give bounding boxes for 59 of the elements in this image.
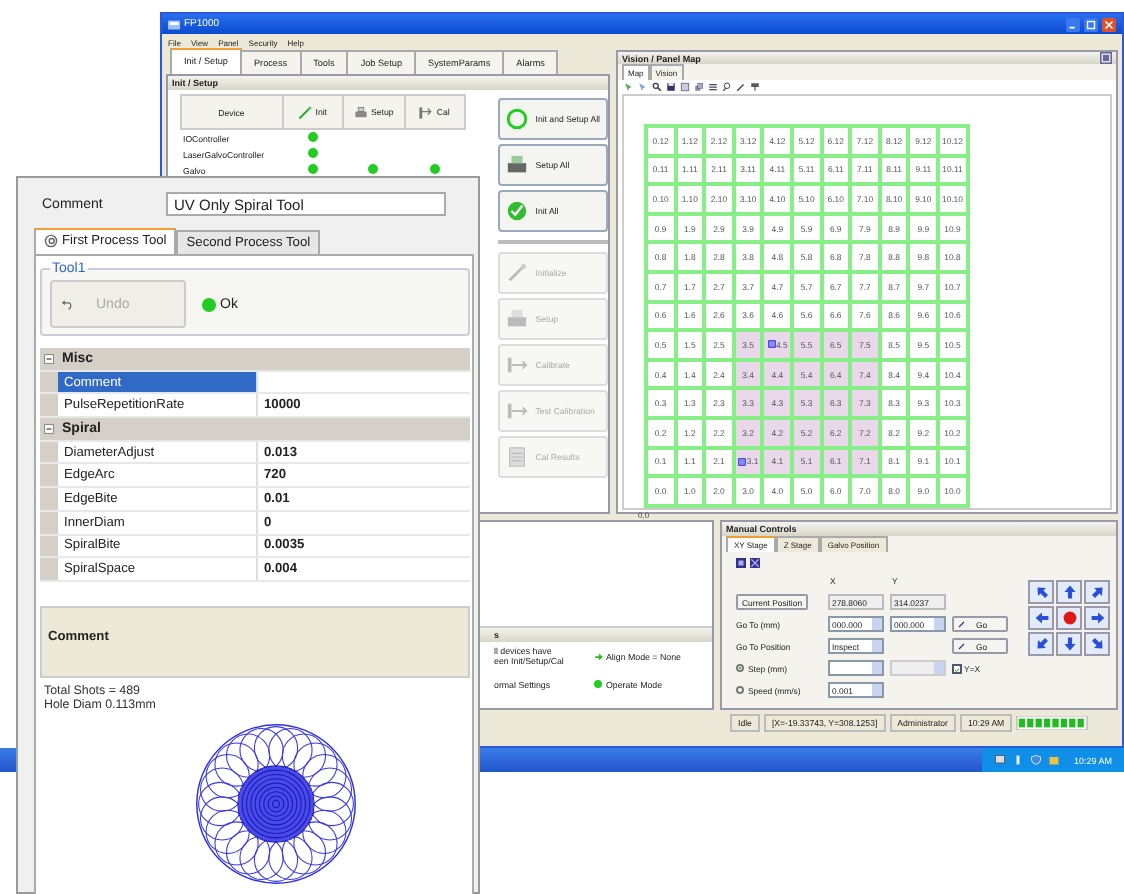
layers-icon[interactable] xyxy=(694,82,704,92)
pen-icon[interactable] xyxy=(736,82,746,92)
undo-icon xyxy=(60,298,72,310)
shield-icon[interactable] xyxy=(1029,754,1042,766)
jog-button[interactable] xyxy=(1084,606,1110,630)
list-icon[interactable] xyxy=(708,82,718,92)
row-gutter xyxy=(40,558,58,580)
maximize-icon[interactable] xyxy=(1084,17,1098,31)
jog-button[interactable] xyxy=(1028,606,1054,630)
row-gutter xyxy=(40,464,58,487)
crosshair-icon[interactable] xyxy=(750,557,760,567)
window-icon xyxy=(168,19,180,29)
arrow-icon xyxy=(594,651,604,661)
wand-icon xyxy=(958,642,966,651)
radio-button[interactable] xyxy=(736,664,744,673)
spiral-icon xyxy=(44,234,58,248)
jog-button[interactable] xyxy=(1056,606,1082,630)
jog-button[interactable] xyxy=(1084,580,1110,604)
grid-icon[interactable] xyxy=(680,82,690,92)
window-icon[interactable] xyxy=(1100,52,1112,64)
close-icon[interactable] xyxy=(1102,17,1116,31)
stop-icon xyxy=(1061,610,1077,626)
wand-icon xyxy=(505,262,528,284)
monitor-icon[interactable] xyxy=(993,754,1006,766)
target-icon[interactable] xyxy=(736,557,746,567)
checkbox[interactable] xyxy=(952,663,962,674)
calibration-icon xyxy=(418,105,433,119)
calibration-icon xyxy=(505,354,528,376)
printer-icon xyxy=(353,105,367,119)
collapse-icon[interactable] xyxy=(44,353,54,364)
minimize-icon[interactable] xyxy=(1066,17,1080,31)
marker-icon xyxy=(737,457,746,466)
dropdown[interactable] xyxy=(828,660,884,677)
row-gutter xyxy=(40,535,58,557)
calibration-icon xyxy=(505,400,528,422)
magnifier-icon[interactable] xyxy=(652,82,662,92)
jog-button[interactable] xyxy=(1028,632,1054,656)
printer-icon xyxy=(505,308,528,330)
row-gutter xyxy=(40,511,58,533)
jog-button[interactable] xyxy=(1084,632,1110,656)
jog-button[interactable] xyxy=(1056,580,1082,604)
network-icon[interactable] xyxy=(1011,754,1024,766)
globe-icon xyxy=(505,200,528,222)
flag-icon[interactable] xyxy=(750,82,760,92)
status-dot xyxy=(594,680,602,688)
chart-icon xyxy=(505,446,528,468)
row-gutter xyxy=(40,488,58,510)
jog-button[interactable] xyxy=(1028,580,1054,604)
search-icon[interactable] xyxy=(722,82,732,92)
printer-icon xyxy=(505,154,528,176)
wand-icon xyxy=(297,105,312,119)
ring-icon xyxy=(505,108,528,130)
save-icon[interactable] xyxy=(666,82,676,92)
jog-button[interactable] xyxy=(1056,632,1082,656)
signal-meter-icon xyxy=(1016,715,1089,729)
wand-icon xyxy=(958,620,966,629)
marker-icon xyxy=(767,340,775,349)
collapse-icon[interactable] xyxy=(44,423,54,434)
radio-button[interactable] xyxy=(736,686,744,695)
